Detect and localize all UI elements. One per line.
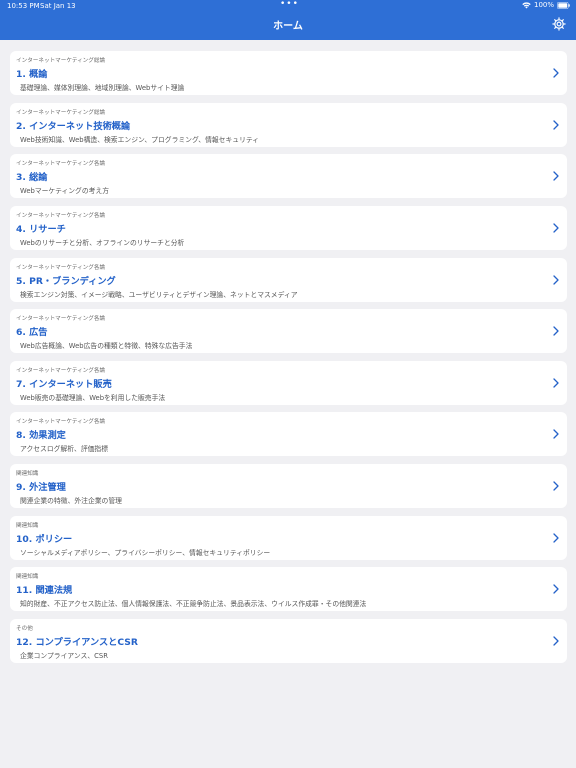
list-item[interactable]: 関連知識 9. 外注管理 関連企業の特徴、外注企業の管理 [10, 464, 567, 509]
chevron-right-icon [553, 584, 559, 595]
chevron-right-icon [553, 223, 559, 233]
item-title: 3. 総論 [16, 172, 48, 184]
item-description: Webのリサーチと分析、オフラインのリサーチと分析 [20, 238, 185, 247]
item-category: インターネットマーケティング各論 [16, 367, 106, 374]
item-description: Web販売の基礎理論、Webを利用した販売手法 [20, 393, 166, 402]
list-item[interactable]: インターネットマーケティング各論 6. 広告 Web広告概論、Web広告の種類と… [10, 309, 567, 354]
battery-icon [557, 1, 570, 9]
list-item[interactable]: 関連知識 10. ポリシー ソーシャルメディアポリシー、プライバシーポリシー、情… [10, 515, 567, 560]
item-title: 8. 効果測定 [16, 430, 66, 442]
item-title: 6. 広告 [16, 327, 48, 339]
item-category: インターネットマーケティング各論 [16, 212, 106, 219]
item-description: 関連企業の特徴、外注企業の管理 [20, 497, 122, 506]
list-item[interactable]: インターネットマーケティング各論 3. 総論 Webマーケティングの考え方 [10, 154, 567, 199]
item-title: 7. インターネット販売 [16, 378, 112, 390]
chapter-list: インターネットマーケティング総論 1. 概論 基礎理論、媒体別理論、地域別理論、… [10, 51, 567, 671]
chevron-right-icon [553, 636, 559, 646]
item-category: その他 [16, 626, 33, 633]
item-description: ソーシャルメディアポリシー、プライバシーポリシー、情報セキュリティポリシー [20, 548, 271, 557]
battery-percentage: 100% [533, 1, 554, 9]
item-title: 5. PR・ブランディング [16, 275, 116, 287]
item-description: 基礎理論、媒体別理論、地域別理論、Webサイト理論 [20, 84, 185, 92]
item-description: Webマーケティングの考え方 [20, 187, 110, 196]
chevron-right-icon [553, 533, 559, 543]
item-title: 4. リサーチ [16, 223, 66, 235]
list-item[interactable]: インターネットマーケティング各論 7. インターネット販売 Web販売の基礎理論… [10, 360, 567, 405]
chevron-right-icon [553, 274, 559, 285]
item-title: 12. コンプライアンスとCSR [16, 637, 138, 649]
item-title: 1. 概論 [16, 69, 48, 80]
item-description: Web技術知識、Web構造、検索エンジン、プログラミング、情報セキュリティ [20, 135, 260, 144]
wifi-icon [522, 1, 531, 9]
list-item[interactable]: その他 12. コンプライアンスとCSR 企業コンプライアンス、CSR [10, 619, 567, 664]
item-category: インターネットマーケティング総論 [16, 58, 106, 64]
list-item[interactable]: インターネットマーケティング各論 5. PR・ブランディング 検索エンジン対策、… [10, 257, 567, 302]
item-category: インターネットマーケティング各論 [16, 264, 106, 271]
item-category: インターネットマーケティング各論 [16, 419, 106, 426]
item-category: 関連知識 [16, 574, 39, 581]
list-item[interactable]: インターネットマーケティング総論 2. インターネット技術概論 Web技術知識、… [10, 102, 567, 147]
item-title: 10. ポリシー [16, 533, 73, 545]
list-item[interactable]: 関連知識 11. 関連法規 知的財産、不正アクセス防止法、個人情報保護法、不正競… [10, 567, 567, 612]
settings-button[interactable] [552, 17, 566, 31]
item-title: 11. 関連法規 [16, 585, 73, 597]
status-date: Sat Jan 13 [40, 2, 76, 10]
navigation-bar: 10:53 PM Sat Jan 13 ••• 100% ホーム [0, 0, 576, 40]
gear-icon [552, 17, 566, 31]
item-description: Web広告概論、Web広告の種類と特徴、特殊な広告手法 [20, 342, 193, 351]
item-category: 関連知識 [16, 471, 39, 478]
status-indicators: 100% [522, 1, 570, 9]
chevron-right-icon [553, 429, 559, 440]
list-item[interactable]: インターネットマーケティング総論 1. 概論 基礎理論、媒体別理論、地域別理論、… [10, 51, 567, 95]
list-item[interactable]: インターネットマーケティング各論 4. リサーチ Webのリサーチと分析、オフラ… [10, 205, 567, 250]
item-description: アクセスログ解析、評価指標 [20, 445, 109, 454]
item-category: インターネットマーケティング総論 [16, 109, 106, 116]
chevron-right-icon [553, 171, 559, 181]
item-description: 知的財産、不正アクセス防止法、個人情報保護法、不正競争防止法、景品表示法、ウイル… [20, 600, 367, 609]
list-item[interactable]: インターネットマーケティング各論 8. 効果測定 アクセスログ解析、評価指標 [10, 412, 567, 457]
chevron-right-icon [553, 378, 559, 388]
chevron-right-icon [553, 68, 559, 78]
item-category: インターネットマーケティング各論 [16, 161, 106, 168]
chevron-right-icon [553, 326, 559, 336]
multitasking-dots[interactable]: ••• [280, 0, 299, 9]
item-description: 企業コンプライアンス、CSR [20, 652, 108, 661]
page-title: ホーム [273, 21, 303, 32]
item-category: インターネットマーケティング各論 [16, 316, 106, 323]
status-time: 10:53 PM [7, 2, 40, 10]
item-category: 関連知識 [16, 522, 39, 529]
item-description: 検索エンジン対策、イメージ戦略、ユーザビリティとデザイン理論、ネットとマスメディ… [20, 290, 298, 299]
item-title: 2. インターネット技術概論 [16, 120, 131, 132]
chevron-right-icon [553, 119, 559, 130]
chevron-right-icon [553, 481, 559, 491]
item-title: 9. 外注管理 [16, 482, 66, 494]
